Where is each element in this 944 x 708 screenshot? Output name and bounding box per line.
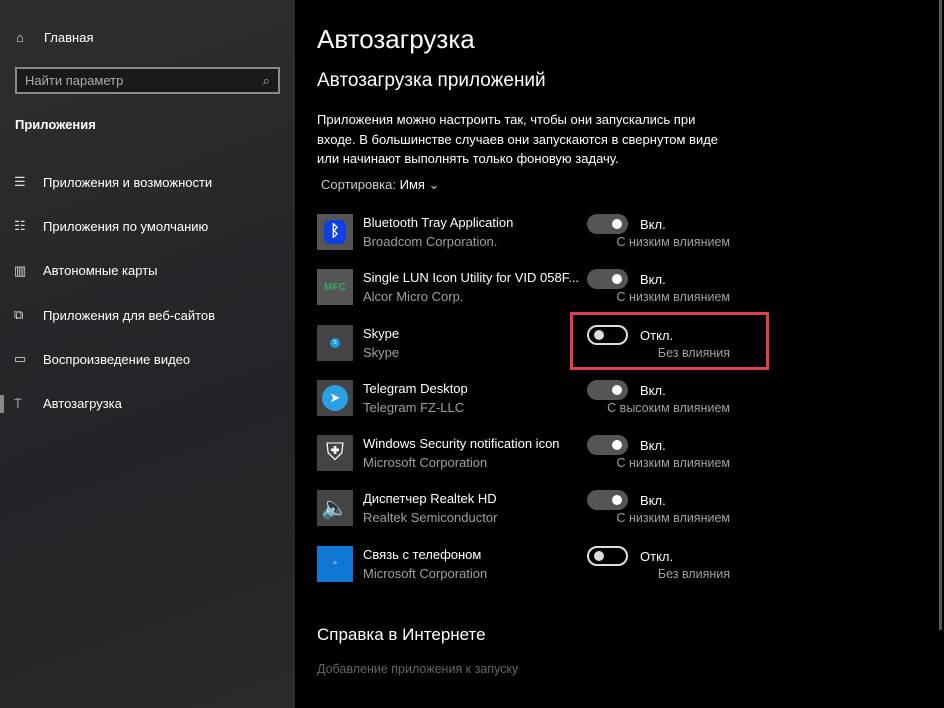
app-row: 🔈 Диспетчер Realtek HD Realtek Semiconduct…	[317, 489, 777, 544]
app-name: Связь с телефоном	[363, 546, 482, 562]
sort-value: Имя	[399, 177, 425, 192]
toggle-state: Вкл.	[640, 382, 666, 398]
startup-toggle[interactable]	[587, 214, 628, 234]
skype-icon: s	[317, 324, 353, 361]
toggle-state: Откл.	[640, 548, 674, 564]
chevron-down-icon: ⌄	[428, 177, 440, 192]
app-name: Диспетчер Realtek HD	[363, 491, 497, 507]
sidebar-item-startup[interactable]: ⍑ Автозагрузка	[0, 381, 295, 425]
app-publisher: Microsoft Corporation	[363, 455, 488, 471]
toggle-state: Вкл.	[640, 438, 666, 454]
app-publisher: Telegram FZ-LLC	[363, 399, 465, 415]
startup-toggle[interactable]	[587, 490, 628, 511]
highlight-box	[570, 312, 769, 370]
sort-label: Сортировка:	[321, 177, 396, 192]
app-row: ➤ Telegram Desktop Telegram FZ-LLC Вкл. С вы…	[317, 379, 777, 434]
home-icon: ⌂	[16, 30, 24, 45]
app-publisher: Broadcom Corporation.	[363, 234, 498, 249]
telegram-icon: ➤	[317, 379, 353, 416]
sidebar: ⌂ Главная Найти параметр ⌕ Приложения ☰ При…	[0, 0, 295, 708]
nav-label: Воспроизведение видео	[43, 351, 191, 367]
impact-label: С низким влиянием	[616, 290, 730, 305]
toggle-state: Вкл.	[640, 272, 666, 288]
search-placeholder: Найти параметр	[25, 73, 124, 88]
bluetooth-icon: ᛒ	[317, 214, 353, 250]
impact-label: С низким влиянием	[616, 511, 730, 526]
speaker-icon: 🔈	[317, 490, 353, 527]
description: Приложения можно настроить так, чтобы он…	[317, 112, 719, 166]
section-title: Автозагрузка приложений	[317, 70, 546, 91]
sidebar-item-video[interactable]: ▭ Воспроизведение видео	[0, 337, 295, 381]
blocks-icon: MFC	[317, 269, 353, 306]
sidebar-item-web-apps[interactable]: ⧉ Приложения для веб-сайтов	[0, 293, 295, 337]
nav-label: Автономные карты	[43, 263, 158, 279]
scrollbar[interactable]	[939, 0, 942, 630]
app-publisher: Skype	[363, 344, 400, 360]
startup-toggle[interactable]	[587, 269, 628, 290]
impact-label: Без влияния	[657, 566, 730, 581]
search-icon: ⌕	[262, 72, 270, 88]
toggle-state: Вкл.	[640, 493, 666, 509]
nav-label: Автозагрузка	[43, 396, 122, 412]
help-link[interactable]: Добавление приложения к запуску	[317, 662, 518, 676]
app-row: ᛒ Bluetooth Tray Application Broadcom Corp…	[317, 213, 777, 268]
sort-dropdown[interactable]: Сортировка: Имя ⌄	[321, 177, 439, 193]
home-label: Главная	[44, 30, 94, 45]
impact-label: С низким влиянием	[616, 456, 730, 471]
startup-icon: ⍑	[14, 395, 22, 411]
toggle-state: Вкл.	[640, 217, 666, 232]
app-publisher: Microsoft Corporation	[363, 565, 488, 581]
app-name: Skype	[363, 325, 400, 341]
startup-toggle[interactable]	[587, 435, 628, 456]
impact-label: С низким влиянием	[616, 235, 730, 249]
sidebar-item-default-apps[interactable]: ☷ Приложения по умолчанию	[0, 204, 295, 248]
page-title: Автозагрузка	[317, 24, 475, 54]
app-name: Single LUN Icon Utility for VID 058F...	[363, 270, 580, 286]
app-name: Bluetooth Tray Application	[363, 215, 514, 230]
default-list-icon: ☷	[14, 218, 26, 234]
search-input[interactable]: Найти параметр ⌕	[15, 67, 280, 94]
nav-label: Приложения и возможности	[43, 174, 213, 190]
web-app-icon: ⧉	[14, 307, 24, 323]
nav-label: Приложения по умолчанию	[43, 218, 209, 234]
sidebar-item-offline-maps[interactable]: ▥ Автономные карты	[0, 249, 295, 293]
app-row: ⛨ Windows Security notification icon Micro…	[317, 434, 777, 489]
map-icon: ▥	[14, 262, 27, 278]
nav-list: ☰ Приложения и возможности ☷ Приложения по…	[0, 160, 295, 426]
app-publisher: Realtek Semiconductor	[363, 510, 498, 526]
startup-toggle[interactable]	[587, 545, 628, 566]
startup-toggle[interactable]	[587, 379, 628, 400]
app-name: Telegram Desktop	[363, 380, 468, 396]
app-row: ▫ Связь с телефоном Microsoft Corporation О…	[317, 545, 777, 600]
nav-label: Приложения для веб-сайтов	[43, 307, 216, 323]
list-icon: ☰	[14, 174, 26, 190]
sidebar-item-apps-features[interactable]: ☰ Приложения и возможности	[0, 160, 295, 204]
shield-icon: ⛨	[317, 435, 353, 472]
home-link[interactable]: ⌂ Главная	[16, 30, 93, 45]
help-title: Справка в Интернете	[317, 625, 486, 644]
section-heading: Приложения	[15, 117, 96, 132]
impact-label: С высоким влиянием	[607, 400, 730, 415]
app-publisher: Alcor Micro Corp.	[363, 289, 464, 305]
phone-link-icon: ▫	[317, 545, 353, 582]
app-list: ᛒ Bluetooth Tray Application Broadcom Corp…	[317, 213, 777, 600]
app-name: Windows Security notification icon	[363, 436, 560, 452]
video-icon: ▭	[14, 351, 27, 367]
